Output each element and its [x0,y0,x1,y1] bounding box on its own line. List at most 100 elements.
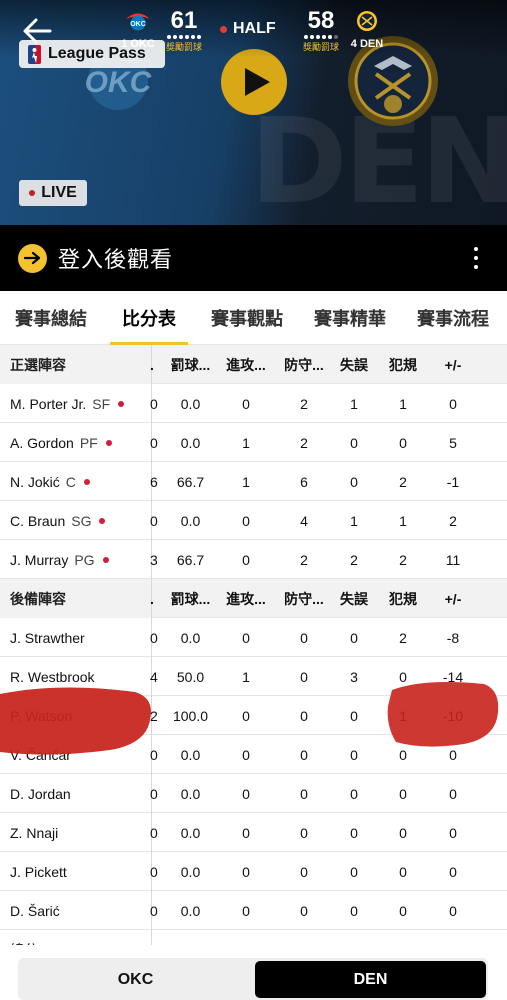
player-name[interactable]: V. Čančar [10,747,71,763]
player-name[interactable]: D. Jordan [10,786,71,802]
more-options-icon[interactable] [473,247,479,269]
home-score-block: 58 獎勵罰球 [299,8,343,53]
den-team-button[interactable]: DEN [255,961,486,998]
table-row[interactable]: Z. Nnaji 0 0.0 0 0 0 0 0 [0,813,507,852]
stat-cell: 0.0 [180,434,201,451]
stat-cell: 0.0 [180,785,201,802]
away-bonus-label: 獎勵罰球 [165,42,202,52]
home-timeouts [299,35,343,39]
column-header[interactable]: 進攻... [218,345,274,384]
player-cell[interactable]: C. Braun SG [0,501,152,540]
stat-cell: 0 [350,863,358,880]
svg-text:OKC: OKC [130,21,146,28]
player-cell[interactable]: A. Gordon PF [0,423,152,462]
player-cell[interactable]: V. Čančar [0,735,152,774]
tab-summary[interactable]: 賽事總結 [15,291,87,345]
stat-cell: 0 [350,707,358,724]
player-cell[interactable]: M. Porter Jr. SF [0,384,152,423]
stat-cell: 0 [150,785,158,802]
column-header[interactable]: +/- [426,345,480,384]
table-row[interactable]: N. Jokić C 6 66.7 1 6 0 2 -1 [0,462,507,501]
player-cell[interactable]: P. Watson [0,696,152,735]
tab-game-view[interactable]: 賽事觀點 [211,291,283,345]
tab-boxscore[interactable]: 比分表 [110,291,188,345]
stat-cell: 1 [399,512,407,529]
player-cell[interactable]: J. Strawther [0,618,152,657]
player-cell[interactable]: R. Westbrook [0,657,152,696]
tab-highlights[interactable]: 賽事精華 [314,291,386,345]
column-header[interactable]: 罰球... [163,345,218,384]
player-name[interactable]: Z. Nnaji [10,825,58,841]
player-name[interactable]: R. Westbrook [10,669,95,685]
player-name[interactable]: P. Watson [10,708,72,724]
player-name[interactable]: J. Strawther [10,630,85,646]
player-name[interactable]: A. Gordon [10,435,74,451]
player-cell[interactable]: Z. Nnaji [0,813,152,852]
column-header[interactable]: 犯規 [380,579,426,618]
column-header[interactable]: +/- [426,579,480,618]
table-row[interactable]: J. Strawther 0 0.0 0 0 0 2 -8 [0,618,507,657]
column-header[interactable]: 犯規 [380,345,426,384]
live-dot-icon [220,25,227,33]
column-header[interactable]: . [150,579,162,618]
okc-team-button[interactable]: OKC [20,961,251,998]
stat-cell: -8 [446,629,460,646]
table-row[interactable]: V. Čančar 0 0.0 0 0 0 0 0 [0,735,507,774]
play-button[interactable] [221,49,287,115]
signin-bar[interactable]: 登入後觀看 [0,225,507,291]
player-name[interactable]: J. Pickett [10,864,67,880]
stat-cell: 0.0 [180,746,201,763]
player-name[interactable]: N. Jokić [10,474,60,490]
player-name[interactable]: C. Braun [10,513,65,529]
stat-cell: 0 [399,863,407,880]
player-name[interactable]: J. Murray [10,552,68,568]
boxscore-table[interactable]: 正選陣容 . 罰球... 進攻... 防守... 失誤 犯規 +/- M. Po… [0,345,507,945]
stat-cell: 100.0 [172,707,209,724]
player-cell[interactable]: J. Pickett [0,852,152,891]
table-row[interactable]: J. Pickett 0 0.0 0 0 0 0 0 [0,852,507,891]
stat-cell: 0 [300,863,308,880]
on-court-dot-icon [83,478,90,485]
player-cell[interactable]: D. Jordan [0,774,152,813]
stat-cell: 0 [399,785,407,802]
player-position: SF [92,395,111,412]
column-header[interactable]: 失誤 [330,345,378,384]
stat-cell: 2 [300,434,308,451]
table-row[interactable]: P. Watson 2 100.0 0 0 0 1 -10 [0,696,507,735]
total-cell: 2 [218,930,274,945]
bench-header-row: 後備陣容 . 罰球... 進攻... 防守... 失誤 犯規 +/- [0,579,507,618]
table-row[interactable]: J. Murray PG 3 66.7 0 2 2 2 11 [0,540,507,579]
player-name[interactable]: D. Šarić [10,903,60,919]
table-row[interactable]: D. Šarić 0 0.0 0 0 0 0 0 [0,891,507,930]
starters-title-text: 正選陣容 [10,356,66,373]
column-header[interactable]: 失誤 [330,579,378,618]
svg-text:OKC: OKC [85,66,153,99]
team-switcher: OKC DEN [18,958,488,1000]
video-player[interactable]: DEN OKC League Pass OKC 1 OKC 61 獎勵罰球 HA… [0,0,507,225]
stat-cell: 0 [150,824,158,841]
table-row[interactable]: A. Gordon PF 0 0.0 1 2 0 0 5 [0,423,507,462]
column-header[interactable]: . [150,345,162,384]
table-row[interactable]: D. Jordan 0 0.0 0 0 0 0 0 [0,774,507,813]
stat-cell: 0 [449,395,457,412]
table-row[interactable]: R. Westbrook 4 50.0 1 0 3 0 -14 [0,657,507,696]
stat-cell: 0 [449,746,457,763]
home-team-abbr: 4 DEN [350,38,384,50]
column-header[interactable]: 進攻... [218,579,274,618]
stat-cell: 0 [150,902,158,919]
column-header[interactable]: 罰球... [163,579,218,618]
away-team-abbr: 1 OKC [121,38,155,50]
stat-cell: 3 [350,668,358,685]
tab-play-by-play[interactable]: 賽事流程 [417,291,489,345]
table-row[interactable]: M. Porter Jr. SF 0 0.0 0 2 1 1 0 [0,384,507,423]
stat-cell: 6 [150,473,158,490]
player-name[interactable]: M. Porter Jr. [10,396,86,412]
player-cell[interactable]: N. Jokić C [0,462,152,501]
signin-label[interactable]: 登入後觀看 [58,242,173,274]
table-row[interactable]: C. Braun SG 0 0.0 0 4 1 1 2 [0,501,507,540]
column-header[interactable]: 防守... [274,579,334,618]
stat-cell: 0 [242,863,250,880]
column-header[interactable]: 防守... [274,345,334,384]
player-cell[interactable]: J. Murray PG [0,540,152,579]
player-cell[interactable]: D. Šarić [0,891,152,930]
